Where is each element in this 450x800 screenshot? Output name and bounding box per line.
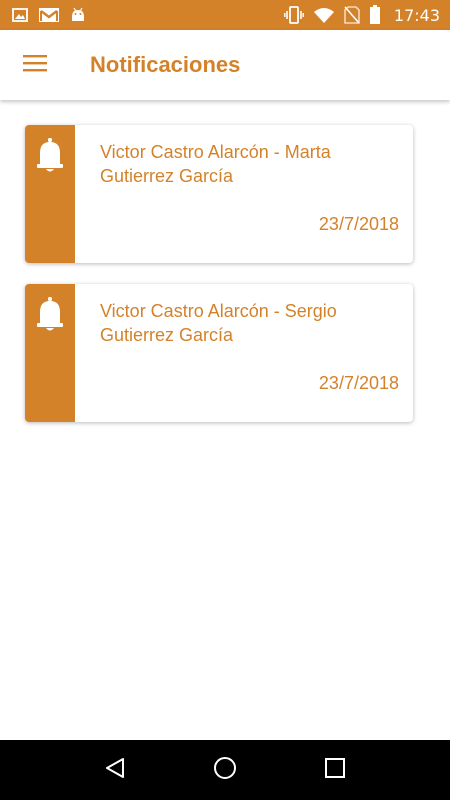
notification-stripe [25, 284, 75, 422]
back-icon [104, 757, 126, 784]
notification-date: 23/7/2018 [318, 214, 399, 234]
status-bar: 17:43 [0, 0, 450, 30]
navigation-bar [0, 740, 450, 800]
recents-icon [325, 757, 345, 783]
vibrate-icon [283, 6, 304, 24]
notifications-list: Victor Castro Alarcón - Marta Gutierrez … [0, 100, 450, 740]
bell-icon [36, 138, 64, 263]
notification-title: Victor Castro Alarcón - Marta Gutierrez … [100, 142, 331, 186]
no-sim-icon [344, 6, 360, 24]
app-bar: Notificaciones [0, 30, 450, 100]
notification-card[interactable]: Victor Castro Alarcón - Marta Gutierrez … [25, 125, 413, 263]
status-left-icons [12, 7, 86, 23]
battery-icon [369, 5, 381, 25]
wifi-icon [313, 7, 335, 24]
recents-button[interactable] [305, 740, 365, 800]
status-right-icons: 17:43 [283, 5, 440, 25]
android-icon [70, 7, 86, 23]
gmail-icon [38, 7, 60, 23]
notification-title: Victor Castro Alarcón - Sergio Gutierrez… [100, 301, 337, 345]
menu-button[interactable] [0, 30, 70, 100]
hamburger-menu-icon [23, 54, 47, 77]
home-button[interactable] [195, 740, 255, 800]
home-icon [213, 756, 237, 785]
notification-date: 23/7/2018 [318, 373, 399, 393]
status-time: 17:43 [393, 5, 440, 25]
image-icon [12, 8, 28, 22]
notification-stripe [25, 125, 75, 263]
notification-body: Victor Castro Alarcón - Marta Gutierrez … [75, 125, 413, 263]
bell-icon [36, 297, 64, 422]
notification-body: Victor Castro Alarcón - Sergio Gutierrez… [75, 284, 413, 422]
page-title: Notificaciones [90, 52, 241, 77]
notification-card[interactable]: Victor Castro Alarcón - Sergio Gutierrez… [25, 284, 413, 422]
back-button[interactable] [85, 740, 145, 800]
